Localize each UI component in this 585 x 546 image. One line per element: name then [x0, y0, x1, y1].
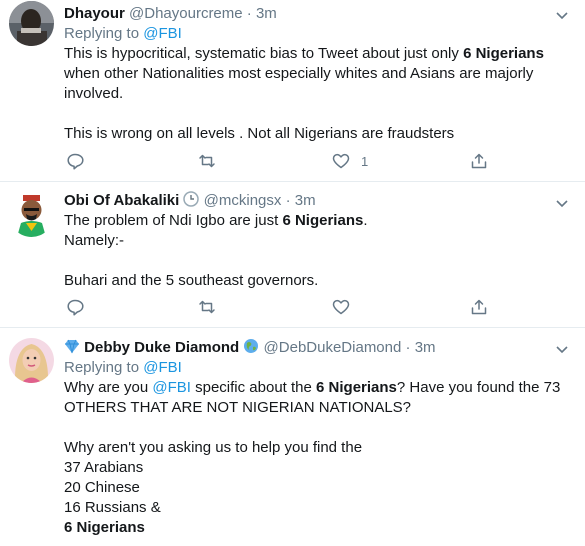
- text-line: Why aren't you asking us to help you fin…: [64, 439, 363, 456]
- user-handle[interactable]: @mckingsx: [204, 192, 282, 209]
- avatar[interactable]: [9, 192, 54, 237]
- reply-button[interactable]: [66, 150, 84, 172]
- globe-emoji-icon: [244, 339, 259, 353]
- clock-emoji-icon: [183, 191, 200, 207]
- avatar[interactable]: [9, 1, 54, 46]
- share-button[interactable]: [470, 296, 488, 318]
- replying-to-prefix: Replying to: [64, 359, 140, 376]
- tweet-debby[interactable]: Debby Duke Diamond @DebDukeDiamond · 3m …: [0, 328, 585, 546]
- text-line: Buhari and the 5 southeast governors.: [64, 272, 319, 289]
- display-name[interactable]: Obi Of Abakaliki: [64, 192, 179, 209]
- retweet-button[interactable]: [198, 150, 216, 172]
- tweet-obi[interactable]: Obi Of Abakaliki @mckingsx · 3m The prob…: [0, 182, 585, 328]
- text-span: This is hypocritical, systematic bias to…: [64, 45, 464, 62]
- text-line: 20 Chinese: [64, 479, 140, 496]
- like-count: 1: [361, 153, 369, 169]
- replying-to-mention[interactable]: @FBI: [143, 25, 182, 42]
- inline-mention[interactable]: @FBI: [152, 379, 191, 396]
- display-name[interactable]: Debby Duke Diamond: [84, 339, 239, 356]
- action-bar: [64, 296, 494, 318]
- text-line: Namely:-: [64, 232, 125, 249]
- text-span: The problem of Ndi Igbo are just: [64, 212, 283, 229]
- share-icon: [471, 299, 487, 315]
- text-span: .: [363, 212, 368, 229]
- text-line: 16 Russians &: [64, 499, 161, 516]
- user-handle[interactable]: @DebDukeDiamond: [264, 339, 402, 356]
- timestamp[interactable]: 3m: [256, 5, 277, 22]
- diamond-emoji-icon: [65, 339, 79, 354]
- text-line: Why are you @FBI specific about the 6 Ni…: [64, 378, 564, 398]
- reply-icon: [67, 299, 84, 316]
- text-line: This is wrong on all levels . Not all Ni…: [64, 125, 455, 142]
- like-button[interactable]: [332, 296, 350, 318]
- text-line: when other Nationalities most especially…: [64, 65, 534, 82]
- tweet-dhayour[interactable]: Dhayour @Dhayourcreme · 3m Replying to @…: [0, 0, 585, 182]
- separator-dot: ·: [405, 339, 411, 356]
- tweet-text: This is hypocritical, systematic bias to…: [64, 44, 564, 144]
- text-line: This is hypocritical, systematic bias to…: [64, 44, 564, 64]
- text-line: 37 Arabians: [64, 459, 144, 476]
- text-line: involved.: [64, 85, 124, 102]
- action-bar: 1: [64, 150, 494, 172]
- timestamp[interactable]: 3m: [415, 339, 436, 356]
- separator-dot: ·: [285, 192, 291, 209]
- retweet-icon: [199, 154, 215, 168]
- text-line: OTHERS THAT ARE NOT NIGERIAN NATIONALS?: [64, 399, 412, 416]
- replying-to-prefix: Replying to: [64, 25, 140, 42]
- replying-to-mention[interactable]: @FBI: [143, 359, 182, 376]
- tweet-text: Why are you @FBI specific about the 6 Ni…: [64, 378, 564, 538]
- replying-to-line: Replying to @FBI: [64, 24, 182, 44]
- like-button[interactable]: 1: [332, 150, 368, 172]
- user-handle[interactable]: @Dhayourcreme: [129, 5, 243, 22]
- replying-to-line: Replying to @FBI: [64, 358, 182, 378]
- caret-down-icon[interactable]: [555, 342, 569, 356]
- like-icon: [332, 153, 350, 169]
- share-button[interactable]: [470, 150, 488, 172]
- reply-button[interactable]: [66, 296, 84, 318]
- retweet-button[interactable]: [198, 296, 216, 318]
- bold-text: 6 Nigerians: [316, 379, 397, 396]
- tweet-text: The problem of Ndi Igbo are just 6 Niger…: [64, 211, 564, 291]
- share-icon: [471, 153, 487, 169]
- retweet-icon: [199, 300, 215, 314]
- bold-text: 6 Nigerians: [64, 519, 145, 536]
- avatar[interactable]: [9, 338, 54, 383]
- caret-down-icon[interactable]: [555, 8, 569, 22]
- text-line: The problem of Ndi Igbo are just 6 Niger…: [64, 211, 564, 231]
- like-icon: [332, 299, 350, 315]
- text-span: ? Have you found the 73: [396, 379, 561, 396]
- separator-dot: ·: [246, 5, 252, 22]
- bold-text: 6 Nigerians: [463, 45, 544, 62]
- caret-down-icon[interactable]: [555, 196, 569, 210]
- text-line: 6 Nigerians: [64, 518, 564, 538]
- bold-text: 6 Nigerians: [282, 212, 364, 229]
- text-span: Why are you: [64, 379, 153, 396]
- display-name[interactable]: Dhayour: [64, 5, 125, 22]
- text-span: specific about the: [190, 379, 317, 396]
- timestamp[interactable]: 3m: [295, 192, 316, 209]
- reply-icon: [67, 153, 84, 170]
